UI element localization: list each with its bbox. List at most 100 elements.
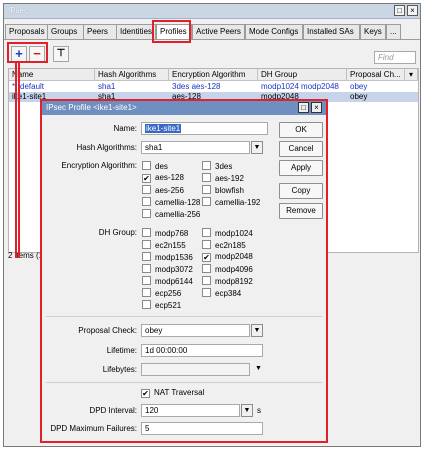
- encryption-option-label: aes-128: [155, 173, 184, 182]
- dialog-titlebar: IPsec Profile <ike1-site1> □ ×: [42, 101, 326, 115]
- proposal-dropdown-icon[interactable]: ▼: [251, 324, 263, 337]
- dh-checkbox-ecp256[interactable]: ecp256: [142, 288, 181, 299]
- find-input[interactable]: Find: [374, 51, 416, 64]
- checkbox-box[interactable]: [142, 288, 151, 297]
- tab-identities[interactable]: Identities: [116, 24, 156, 40]
- encryption-checkbox-des[interactable]: des: [142, 161, 168, 172]
- checkbox-box[interactable]: [142, 161, 151, 170]
- column-header-name[interactable]: Name: [9, 69, 95, 81]
- close-button[interactable]: ×: [407, 5, 418, 16]
- dh-checkbox-modp6144[interactable]: modp6144: [142, 276, 193, 287]
- checkbox-box[interactable]: [142, 276, 151, 285]
- restore-button[interactable]: □: [394, 5, 405, 16]
- dh-checkbox-modp4096[interactable]: modp4096: [202, 264, 253, 275]
- dh-checkbox-ecp384[interactable]: ecp384: [202, 288, 241, 299]
- encryption-checkbox-blowfish[interactable]: blowfish: [202, 185, 244, 196]
- checkbox-box[interactable]: [202, 173, 211, 182]
- tab-more[interactable]: ...: [386, 24, 401, 40]
- nat-traversal-checkbox[interactable]: ✔ NAT Traversal: [141, 388, 204, 398]
- section-divider: [46, 382, 322, 383]
- column-menu-icon[interactable]: ▾: [405, 69, 418, 81]
- checkbox-box[interactable]: [142, 185, 151, 194]
- dh-checkbox-modp2048[interactable]: ✔ modp2048: [202, 252, 253, 262]
- column-header-proposal[interactable]: Proposal Ch...: [347, 69, 405, 81]
- tab-active-peers[interactable]: Active Peers: [192, 24, 245, 40]
- encryption-checkbox-camellia-256[interactable]: camellia-256: [142, 209, 200, 220]
- checkbox-box[interactable]: [142, 300, 151, 309]
- dpd-interval-input[interactable]: 120: [141, 404, 240, 417]
- checkbox-box[interactable]: [202, 240, 211, 249]
- checkbox-box[interactable]: [142, 209, 151, 218]
- dh-option-label: modp4096: [215, 265, 253, 274]
- dh-checkbox-ecp521[interactable]: ecp521: [142, 300, 181, 311]
- checkbox-box[interactable]: [202, 161, 211, 170]
- checkbox-box[interactable]: [142, 252, 151, 261]
- dh-checkbox-modp3072[interactable]: modp3072: [142, 264, 193, 275]
- remove-profile-button[interactable]: Remove: [279, 203, 323, 219]
- tab-keys[interactable]: Keys: [360, 24, 386, 40]
- copy-button[interactable]: Copy: [279, 183, 323, 199]
- dh-checkbox-modp8192[interactable]: modp8192: [202, 276, 253, 287]
- nat-traversal-box[interactable]: ✔: [141, 389, 150, 398]
- column-header-encryption[interactable]: Encryption Algorithm: [169, 69, 258, 81]
- lifetime-input[interactable]: 1d 00:00:00: [141, 344, 263, 357]
- checkbox-box[interactable]: [202, 276, 211, 285]
- tab-peers[interactable]: Peers: [83, 24, 117, 40]
- checkbox-box[interactable]: [142, 197, 151, 206]
- apply-button[interactable]: Apply: [279, 160, 323, 176]
- proposal-check-select[interactable]: obey: [141, 324, 250, 337]
- encryption-checkbox-camellia-128[interactable]: camellia-128: [142, 197, 200, 208]
- remove-button[interactable]: −: [29, 46, 45, 62]
- column-header-hash[interactable]: Hash Algorithms: [95, 69, 169, 81]
- tab-installed-sas[interactable]: Installed SAs: [303, 24, 360, 40]
- cell-encryption: 3des aes-128: [172, 82, 221, 91]
- name-field[interactable]: ike1-site1: [141, 122, 268, 135]
- tab-groups[interactable]: Groups: [47, 24, 84, 40]
- dialog-restore-button[interactable]: □: [298, 102, 309, 113]
- checkbox-box[interactable]: [202, 288, 211, 297]
- ok-button[interactable]: OK: [279, 122, 323, 138]
- dh-option-label: modp8192: [215, 277, 253, 286]
- lifebytes-expand-icon[interactable]: ▼: [255, 365, 262, 372]
- encryption-checkbox-camellia-192[interactable]: camellia-192: [202, 197, 260, 208]
- checkbox-box[interactable]: [202, 228, 211, 237]
- encryption-checkbox-aes-256[interactable]: aes-256: [142, 185, 184, 196]
- checkbox-box[interactable]: [202, 197, 211, 206]
- tab-proposals[interactable]: Proposals: [5, 24, 48, 40]
- tab-bar: Proposals Groups Peers Identities Profil…: [4, 24, 420, 40]
- add-button[interactable]: +: [11, 46, 27, 62]
- hash-dropdown-icon[interactable]: ▼: [251, 141, 263, 154]
- filter-icon[interactable]: ⊤: [53, 46, 69, 62]
- dh-option-label: ec2n185: [215, 241, 246, 250]
- encryption-checkbox-aes-128[interactable]: ✔ aes-128: [142, 173, 184, 183]
- dialog-close-button[interactable]: ×: [311, 102, 322, 113]
- dpd-interval-dropdown-icon[interactable]: ▼: [241, 404, 253, 417]
- checkbox-box[interactable]: [142, 240, 151, 249]
- dh-checkbox-modp768[interactable]: modp768: [142, 228, 188, 239]
- tab-mode-configs[interactable]: Mode Configs: [245, 24, 303, 40]
- encryption-checkbox-aes-192[interactable]: aes-192: [202, 173, 244, 184]
- lifebytes-input[interactable]: [141, 363, 250, 376]
- hash-select[interactable]: sha1: [141, 141, 250, 154]
- checkbox-box[interactable]: ✔: [202, 253, 211, 262]
- cancel-button[interactable]: Cancel: [279, 141, 323, 157]
- dpd-interval-unit: s: [257, 406, 261, 415]
- dh-option-label: modp1536: [155, 253, 193, 262]
- dh-checkbox-modp1536[interactable]: modp1536: [142, 252, 193, 263]
- encryption-option-label: camellia-256: [155, 210, 201, 219]
- checkbox-box[interactable]: [202, 185, 211, 194]
- column-header-dh-group[interactable]: DH Group: [258, 69, 347, 81]
- dpd-interval-label: DPD Interval:: [89, 406, 137, 415]
- tab-profiles[interactable]: Profiles: [156, 24, 192, 40]
- dh-checkbox-ec2n185[interactable]: ec2n185: [202, 240, 246, 251]
- dh-checkbox-modp1024[interactable]: modp1024: [202, 228, 253, 239]
- cell-proposal: obey: [350, 92, 368, 101]
- dpd-max-failures-input[interactable]: 5: [141, 422, 263, 435]
- table-row[interactable]: * default sha1 3des aes-128 modp1024 mod…: [9, 82, 418, 92]
- checkbox-box[interactable]: ✔: [142, 174, 151, 183]
- checkbox-box[interactable]: [142, 264, 151, 273]
- encryption-checkbox-3des[interactable]: 3des: [202, 161, 232, 172]
- checkbox-box[interactable]: [142, 228, 151, 237]
- dh-checkbox-ec2n155[interactable]: ec2n155: [142, 240, 186, 251]
- checkbox-box[interactable]: [202, 264, 211, 273]
